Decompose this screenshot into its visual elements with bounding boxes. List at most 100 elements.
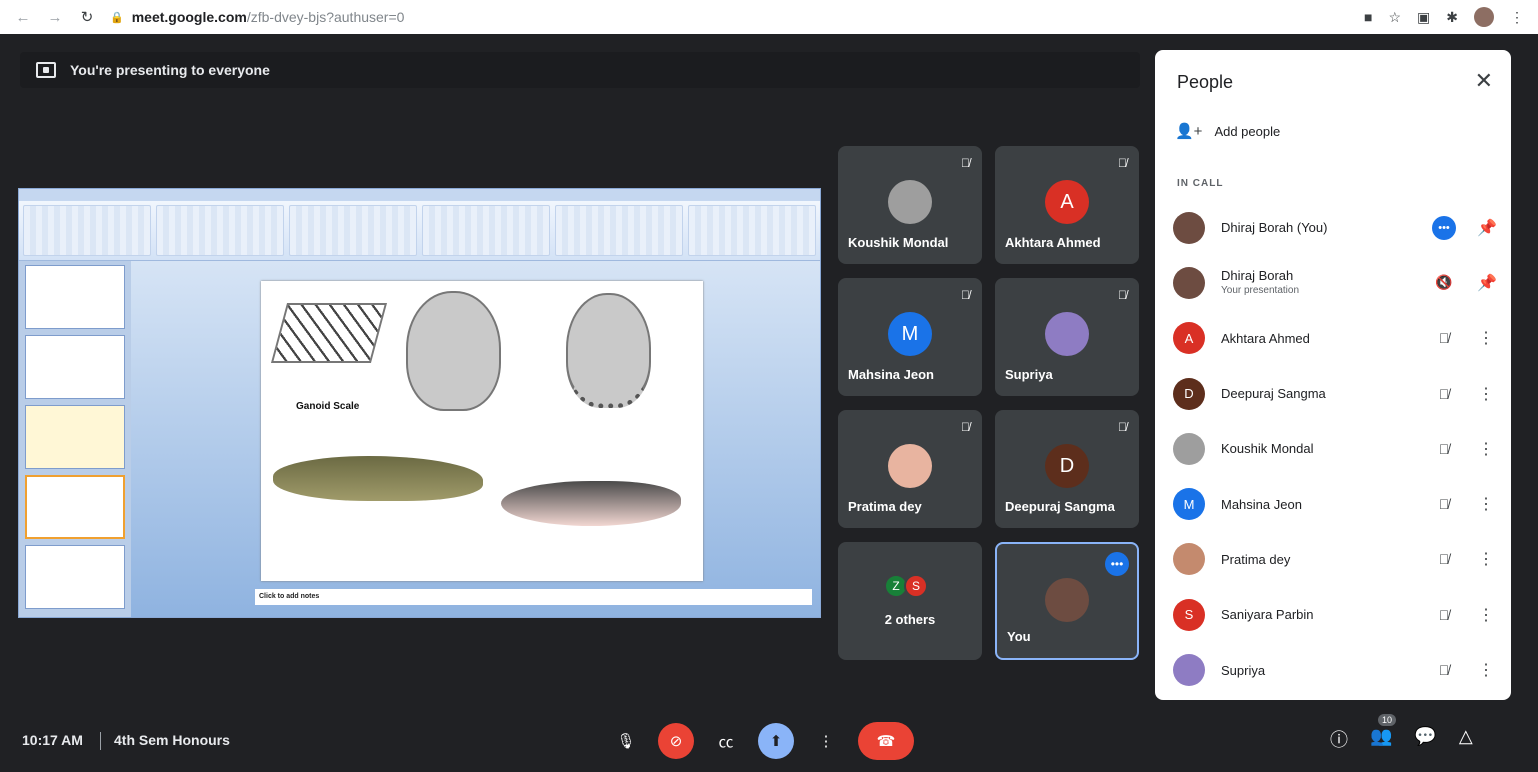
ganoid-scale-label: Ganoid Scale [296, 401, 360, 412]
url-host: meet.google.com [131, 9, 247, 25]
mic-off-icon[interactable]: 🎙̸ [1431, 607, 1457, 623]
add-people-button[interactable]: 👤+ Add people [1175, 122, 1280, 140]
mic-off-icon[interactable]: 🎙̸ [1431, 662, 1457, 678]
participant-row[interactable]: M Mahsina Jeon 🎙̸ ⋮ [1155, 476, 1511, 531]
avatar: D [1045, 444, 1089, 488]
more-options-button[interactable]: ⋮ [808, 723, 844, 759]
meet-app: You're presenting to everyone Ganoid Sca… [0, 34, 1538, 772]
participant-name: Pratima dey [848, 499, 922, 514]
more-options-icon[interactable]: ••• [1105, 552, 1129, 576]
mic-off-icon[interactable]: 🎙̸ [1431, 441, 1457, 457]
more-vert-icon[interactable]: ⋮ [1477, 494, 1495, 514]
participant-tile[interactable]: 🎙̸ Koushik Mondal [838, 146, 982, 264]
camera-icon[interactable]: ■ [1364, 9, 1372, 25]
avatar [1045, 312, 1089, 356]
participant-tile[interactable]: 🎙̸ Supriya [995, 278, 1139, 396]
participant-subtitle: Your presentation [1221, 284, 1300, 296]
participant-name: Dhiraj Borah [1221, 267, 1294, 283]
slide-canvas: Ganoid Scale Click to add notes [131, 261, 820, 617]
presenting-banner: You're presenting to everyone [20, 52, 1140, 88]
participant-name: Akhtara Ahmed [1221, 330, 1310, 346]
more-vert-icon[interactable]: ⋮ [1477, 384, 1495, 404]
participant-name: Deepuraj Sangma [1005, 499, 1115, 514]
mic-off-icon: 🎙̸ [1118, 420, 1127, 434]
participant-row[interactable]: Koushik Mondal 🎙̸ ⋮ [1155, 421, 1511, 476]
participant-row[interactable]: S Saniyara Parbin 🎙̸ ⋮ [1155, 587, 1511, 642]
avatar: A [1045, 180, 1089, 224]
mic-off-icon: 🎙̸ [961, 156, 970, 170]
self-tile[interactable]: ••• You [995, 542, 1139, 660]
microphone-button[interactable]: 🎙 [608, 723, 644, 759]
present-screen-icon [36, 62, 56, 78]
more-vert-icon[interactable]: ⋮ [1477, 660, 1495, 680]
meeting-info-icon[interactable]: ⓘ [1330, 726, 1348, 752]
people-icon: 👥 [1370, 726, 1393, 746]
avatar [1173, 654, 1205, 687]
ctenoid-scale-figure [566, 293, 651, 408]
participant-list: Dhiraj Borah (You) ••• 📌 Dhiraj Borah You… [1155, 200, 1511, 698]
participant-name: You [1007, 629, 1031, 644]
url-path: /zfb-dvey-bjs?authuser=0 [246, 9, 405, 25]
avatar: D [1173, 377, 1205, 410]
mic-off-icon[interactable]: 🎙̸ [1431, 386, 1457, 402]
avatar: M [888, 312, 932, 356]
mic-off-icon[interactable]: 🎙̸ [1431, 496, 1457, 512]
back-icon[interactable]: ← [14, 9, 32, 26]
present-now-button[interactable]: ⬆ [758, 723, 794, 759]
people-panel: People ✕ 👤+ Add people IN CALL Dhiraj Bo… [1155, 50, 1511, 700]
participant-row[interactable]: Dhiraj Borah Your presentation 🔇 📌 [1155, 255, 1511, 310]
ganoid-scale-figure [270, 303, 388, 363]
close-icon[interactable]: ✕ [1475, 68, 1493, 94]
mic-off-icon[interactable]: 🎙̸ [1431, 551, 1457, 567]
leave-call-button[interactable]: ☎ [858, 722, 914, 760]
others-tile[interactable]: Z S 2 others [838, 542, 982, 660]
chat-icon[interactable]: 💬 [1414, 726, 1436, 752]
captions-button[interactable]: ㏄ [708, 723, 744, 759]
others-count-label: 2 others [884, 612, 936, 627]
profile-avatar[interactable] [1474, 7, 1494, 27]
participant-tile[interactable]: 🎙̸ M Mahsina Jeon [838, 278, 982, 396]
participant-name: Koushik Mondal [848, 235, 949, 250]
address-bar[interactable]: 🔒 meet.google.com/zfb-dvey-bjs?authuser=… [110, 9, 1350, 25]
more-vert-icon[interactable]: ⋮ [1477, 605, 1495, 625]
people-button[interactable]: 👥 10 [1370, 714, 1397, 752]
participant-row[interactable]: D Deepuraj Sangma 🎙̸ ⋮ [1155, 366, 1511, 421]
lock-icon: 🔒 [110, 11, 124, 24]
participant-tile[interactable]: 🎙̸ D Deepuraj Sangma [995, 410, 1139, 528]
extension-pdf-icon[interactable]: ▣ [1417, 9, 1430, 26]
forward-icon[interactable]: → [46, 9, 64, 26]
volume-off-icon: 🔇 [1435, 274, 1453, 291]
avatar: S [1173, 598, 1205, 631]
participant-row[interactable]: A Akhtara Ahmed 🎙̸ ⋮ [1155, 311, 1511, 366]
meeting-name: 4th Sem Honours [114, 732, 230, 748]
fish-image [273, 456, 483, 501]
participant-tile[interactable]: 🎙̸ Pratima dey [838, 410, 982, 528]
more-vert-icon[interactable]: ⋮ [1477, 439, 1495, 459]
menu-dots-icon[interactable]: ⋮ [1510, 9, 1524, 26]
more-vert-icon[interactable]: ⋮ [1477, 328, 1495, 348]
participant-row[interactable]: Pratima dey 🎙̸ ⋮ [1155, 532, 1511, 587]
participant-row[interactable]: Dhiraj Borah (You) ••• 📌 [1155, 200, 1511, 255]
participant-tile[interactable]: 🎙̸ A Akhtara Ahmed [995, 146, 1139, 264]
avatar: S [904, 574, 928, 598]
more-vert-icon[interactable]: ⋮ [1477, 549, 1495, 569]
current-slide: Ganoid Scale [261, 281, 703, 581]
more-options-icon[interactable]: ••• [1432, 215, 1456, 240]
activities-icon[interactable]: △ [1459, 726, 1473, 752]
star-icon[interactable]: ☆ [1388, 9, 1401, 26]
others-avatars: Z S [884, 574, 928, 598]
current-time: 10:17 AM [22, 732, 83, 748]
participant-name: Saniyara Parbin [1221, 607, 1314, 623]
notes-pane: Click to add notes [255, 589, 812, 605]
reload-icon[interactable]: ↻ [78, 8, 96, 26]
slide-thumbnail [25, 265, 125, 329]
mic-off-icon[interactable]: 🎙̸ [1431, 330, 1457, 346]
pin-icon[interactable]: 📌 [1477, 218, 1497, 238]
pin-icon[interactable]: 📌 [1477, 273, 1497, 293]
participant-row[interactable]: Supriya 🎙̸ ⋮ [1155, 642, 1511, 697]
participant-name: Akhtara Ahmed [1005, 235, 1101, 250]
camera-off-button[interactable]: ⊘ [658, 723, 694, 759]
puzzle-icon[interactable]: ✱ [1446, 9, 1458, 26]
fish-image [501, 481, 681, 526]
participant-name: Mahsina Jeon [848, 367, 934, 382]
